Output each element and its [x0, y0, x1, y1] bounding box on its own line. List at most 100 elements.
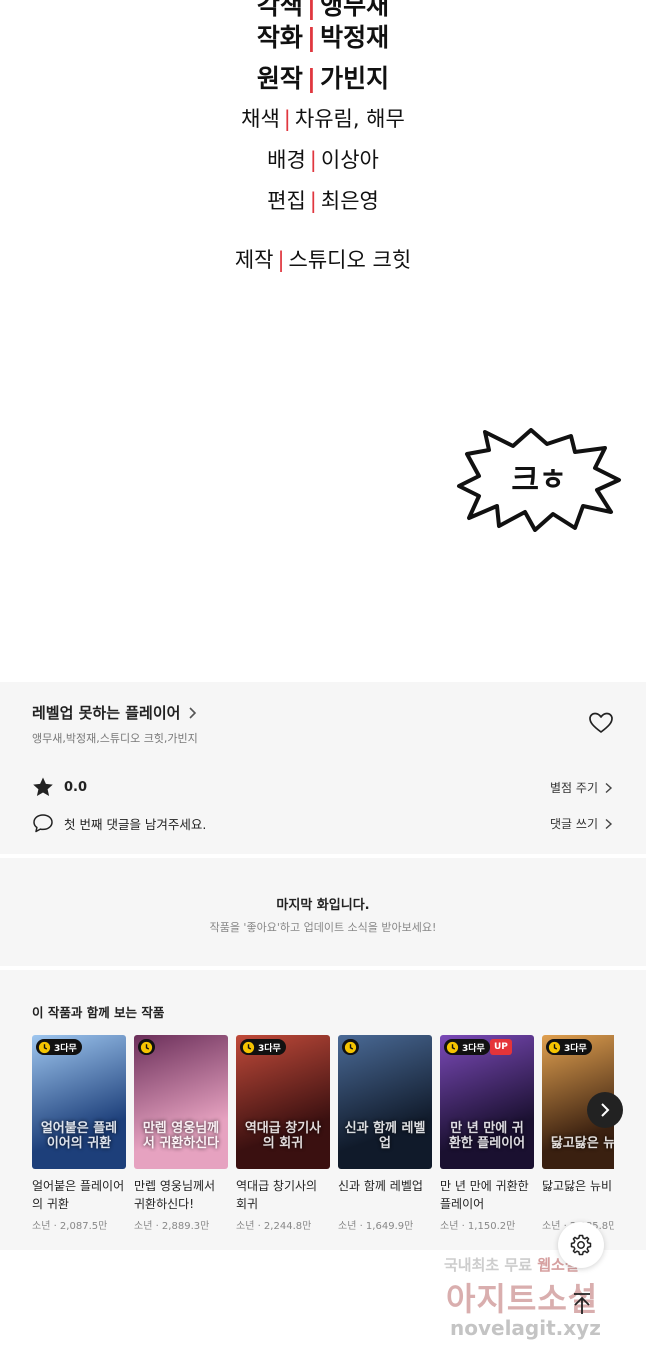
chevron-right-icon [189, 706, 197, 719]
cover-image: 얼어붙은 플레이어의 귀환 3다무 [32, 1035, 126, 1169]
rate-link-label: 별점 주기 [550, 781, 598, 795]
wait-free-badge [342, 1039, 359, 1055]
badge-label: 3다무 [258, 1043, 281, 1054]
credit-role: 제작 [234, 248, 274, 272]
credit-name: 차유림, 해무 [294, 107, 405, 131]
scroll-top-button[interactable] [568, 1290, 596, 1318]
sound-effect-burst: 크ㅎ [457, 428, 621, 532]
card-meta: 소년 · 1,649.9만 [338, 1221, 414, 1232]
credit-line: 작화 | 박정재 [256, 23, 390, 52]
clock-icon [548, 1041, 561, 1053]
credit-line: 채색 | 차유림, 해무 [241, 107, 405, 131]
cover-title-art: 만 년 만에 귀환한 플레이어 [448, 1121, 526, 1151]
card-meta: 소년 · 1,150.2만 [440, 1221, 516, 1232]
arrow-up-icon [574, 1293, 590, 1314]
credit-role: 채색 [241, 107, 280, 131]
card-meta: 소년 · 2,087.5만 [32, 1221, 108, 1232]
badge-label: 3다무 [564, 1043, 587, 1054]
series-title: 레벨업 못하는 플레이어 [32, 704, 181, 722]
credit-name: 이상아 [320, 148, 379, 172]
last-episode-panel: 마지막 화입니다. 작품을 '좋아요'하고 업데이트 소식을 받아보세요! [0, 858, 646, 966]
cover-image: 만렙 영웅님께서 귀환하신다 [134, 1035, 228, 1169]
card-title: 만 년 만에 귀환한 플레이어 [440, 1179, 529, 1211]
wait-free-badge: 3다무 [240, 1039, 286, 1055]
cover-title-art: 역대급 창기사의 회귀 [244, 1121, 322, 1151]
wait-free-badge: 3다무 [546, 1039, 592, 1055]
credit-name: 최은영 [320, 189, 379, 213]
credit-role: 각색 [256, 0, 303, 20]
credit-role: 작화 [256, 23, 303, 52]
burst-text: 크ㅎ [511, 463, 566, 498]
recommendation-card[interactable]: 만 년 만에 귀환한 플레이어 3다무 UP 만 년 만에 귀환한 플레이어소년 · … [440, 1035, 534, 1232]
credits-panel: 각색 | 앵무새 작화 | 박정재 원작 | 가빈지 채색 | 차유림, 해무 배경 | 이상아 편… [0, 0, 646, 680]
recommendation-card[interactable]: 얼어붙은 플레이어의 귀환 3다무얼어붙은 플레이어의 귀환소년 · 2,087.… [32, 1035, 126, 1232]
card-title: 역대급 창기사의 회귀 [236, 1179, 318, 1211]
chevron-right-icon [605, 782, 613, 793]
rating-row: 0.0 [32, 776, 87, 798]
wait-free-badge: 3다무 [36, 1039, 82, 1055]
recommendation-card[interactable]: 역대급 창기사의 회귀 3다무역대급 창기사의 회귀소년 · 2,244.8만 [236, 1035, 330, 1232]
recommendation-carousel: 얼어붙은 플레이어의 귀환 3다무얼어붙은 플레이어의 귀환소년 · 2,087.… [32, 1035, 614, 1235]
heart-icon[interactable] [588, 711, 614, 735]
comment-link[interactable]: 댓글 쓰기 [550, 815, 613, 832]
speech-bubble-icon [33, 814, 53, 833]
badge-label: 3다무 [54, 1043, 77, 1054]
credit-line: 편집 | 최은영 [267, 189, 379, 213]
credit-name: 스튜디오 크힛 [288, 248, 412, 272]
card-title: 닳고닳은 뉴비 [542, 1179, 613, 1193]
chevron-right-icon [605, 818, 613, 829]
comment-link-label: 댓글 쓰기 [550, 817, 598, 831]
clock-icon [140, 1041, 153, 1053]
comment-row[interactable]: 첫 번째 댓글을 남겨주세요. [32, 812, 206, 834]
credit-name: 가빈지 [320, 64, 390, 93]
card-title: 만렙 영웅님께서 귀환하신다! [134, 1179, 216, 1211]
recommendations-panel: 이 작품과 함께 보는 작품 얼어붙은 플레이어의 귀환 3다무 얼어붙은 플레이어… [0, 970, 646, 1250]
rate-link[interactable]: 별점 주기 [550, 779, 613, 796]
credit-name: 앵무새 [320, 0, 390, 20]
recommendation-card[interactable]: 닳고닳은 뉴비3다무닳고닳은 뉴비소년 · 2,885.8만 [542, 1035, 614, 1232]
chevron-right-icon [601, 1103, 610, 1117]
gear-icon [570, 1234, 592, 1256]
clock-icon [242, 1041, 255, 1053]
credit-line: 배경 | 이상아 [267, 148, 379, 172]
credit-line: 원작 | 가빈지 [256, 64, 390, 93]
clock-icon [344, 1041, 357, 1053]
rating-score: 0.0 [64, 779, 88, 795]
star-icon [33, 777, 53, 796]
cover-title-art: 신과 함께 레벨업 [344, 1121, 426, 1151]
last-episode-subtitle: 작품을 '좋아요'하고 업데이트 소식을 받아보세요! [209, 921, 437, 934]
carousel-next-button[interactable] [587, 1092, 623, 1128]
credit-line: 제작 | 스튜디오 크힛 [234, 248, 412, 272]
last-episode-title: 마지막 화입니다. [276, 898, 370, 913]
clock-icon [38, 1041, 51, 1053]
card-meta: 소년 · 2,244.8만 [236, 1221, 312, 1232]
cover-title-art: 얼어붙은 플레이어의 귀환 [40, 1121, 118, 1151]
wait-free-badge [138, 1039, 155, 1055]
series-info-panel: 레벨업 못하는 플레이어 앵무새,박정재,스튜디오 크힛,가빈지 0.0 첫 번… [0, 682, 646, 854]
cover-image: 역대급 창기사의 회귀 3다무 [236, 1035, 330, 1169]
watermark-line1: 국내최초 무료 웹소설 [444, 1256, 579, 1274]
cover-image: 만 년 만에 귀환한 플레이어 3다무 UP [440, 1035, 534, 1169]
series-authors: 앵무새,박정재,스튜디오 크힛,가빈지 [32, 732, 198, 745]
recommendation-card[interactable]: 만렙 영웅님께서 귀환하신다만렙 영웅님께서 귀환하신다! 소년 · 2,889.… [134, 1035, 228, 1232]
badge-label: 3다무 [462, 1043, 485, 1054]
credit-name: 박정재 [320, 23, 390, 52]
series-title-link[interactable]: 레벨업 못하는 플레이어 [32, 702, 198, 723]
clock-icon [446, 1041, 459, 1053]
card-title: 얼어붙은 플레이어의 귀환 [32, 1179, 125, 1211]
recommendations-heading: 이 작품과 함께 보는 작품 [32, 1005, 165, 1020]
card-meta: 소년 · 2,889.3만 [134, 1221, 210, 1232]
recommendation-card[interactable]: 신과 함께 레벨업 신과 함께 레벨업 소년 · 1,649.9만 [338, 1035, 432, 1232]
cover-title-art: 만렙 영웅님께서 귀환하신다 [142, 1121, 220, 1151]
credit-role: 배경 [267, 148, 306, 172]
cover-image: 신과 함께 레벨업 [338, 1035, 432, 1169]
wait-free-badge: 3다무 [444, 1039, 490, 1055]
credit-role: 원작 [256, 64, 303, 93]
credit-role: 편집 [267, 189, 306, 213]
cover-title-art: 닳고닳은 뉴비 [550, 1136, 614, 1151]
update-badge: UP [490, 1039, 512, 1055]
watermark-line3: novelagit.xyz [450, 1316, 601, 1340]
comment-prompt: 첫 번째 댓글을 남겨주세요. [64, 816, 207, 832]
card-title: 신과 함께 레벨업 [338, 1179, 423, 1193]
settings-button[interactable] [558, 1222, 604, 1268]
